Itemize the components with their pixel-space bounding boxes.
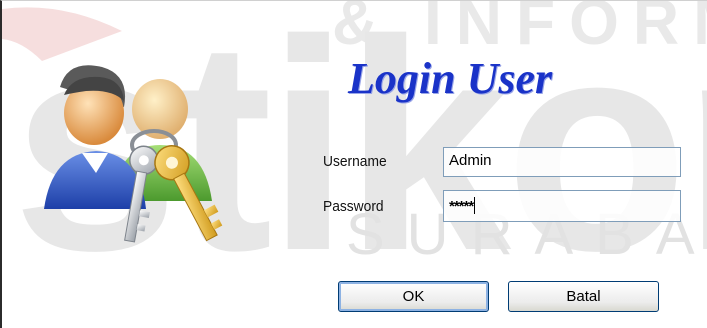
username-value: Admin: [449, 152, 492, 169]
password-value: *****: [449, 198, 474, 215]
login-dialog: & INFORMA stikom SURABAYA: [0, 0, 707, 328]
cancel-button[interactable]: Batal: [508, 281, 659, 312]
username-label: Username: [323, 153, 387, 170]
text-caret: [474, 197, 476, 214]
username-input[interactable]: Admin: [443, 147, 681, 177]
users-with-keys-icon: [44, 65, 223, 243]
password-input[interactable]: *****: [443, 190, 681, 222]
password-label: Password: [323, 198, 384, 215]
page-title: Login User: [348, 54, 553, 103]
ok-button[interactable]: OK: [338, 281, 489, 312]
